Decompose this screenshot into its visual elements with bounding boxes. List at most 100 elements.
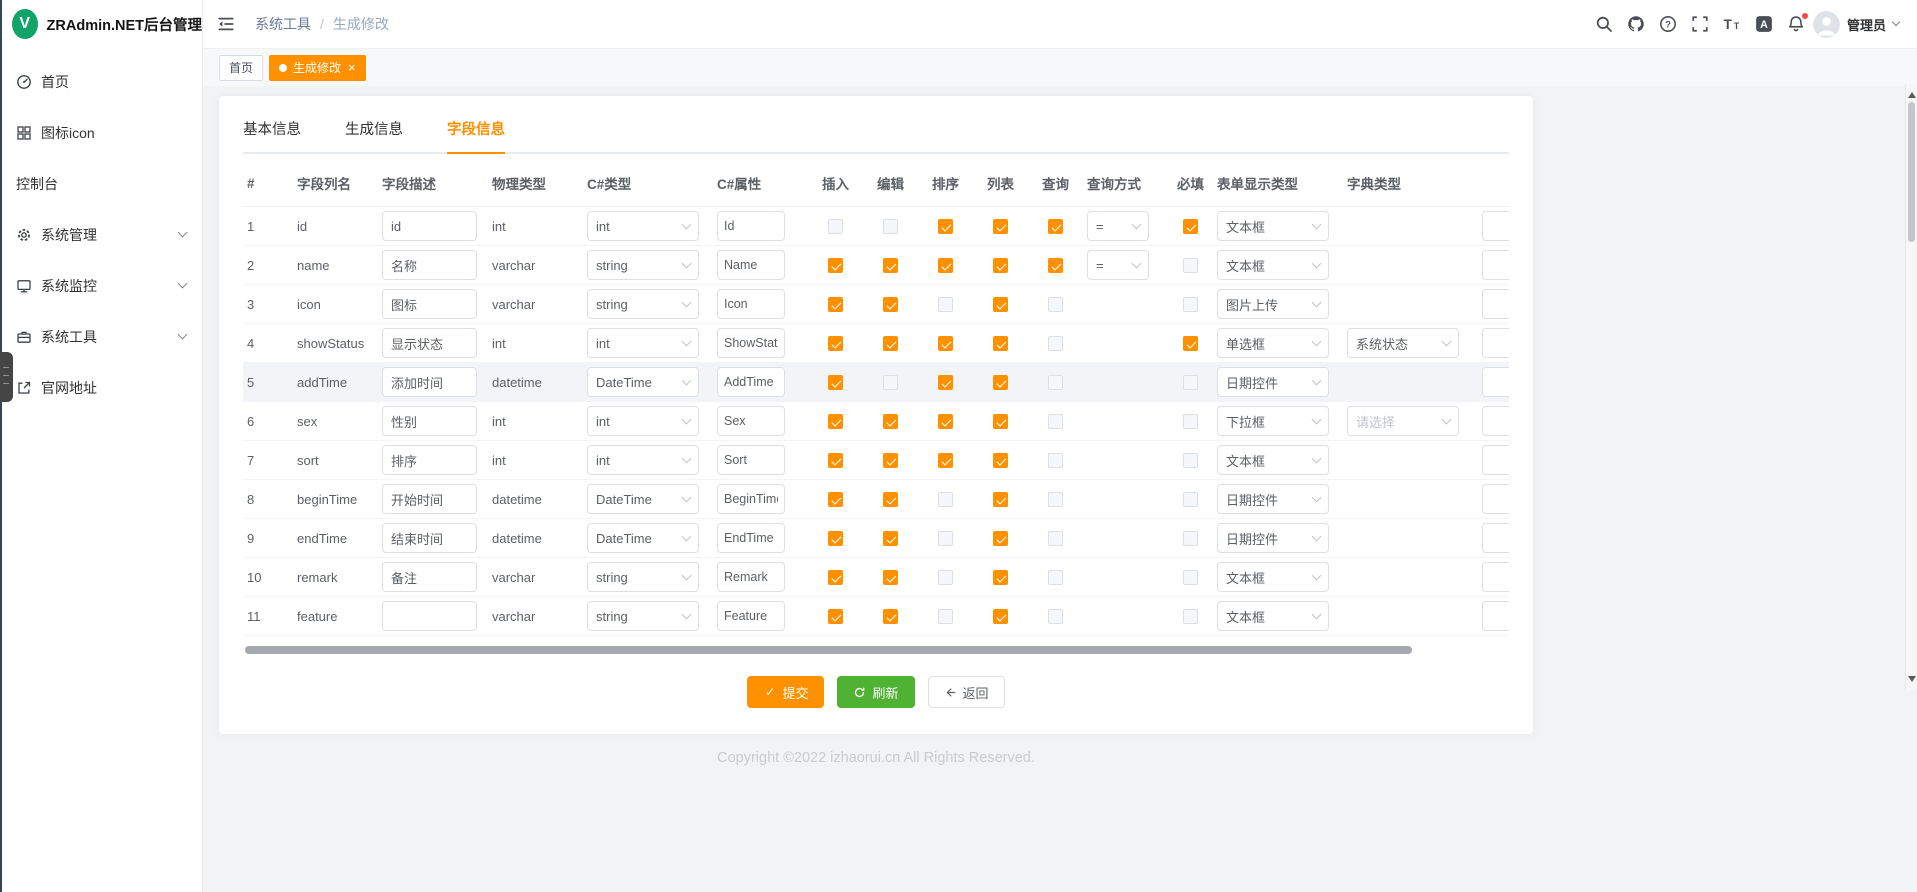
sidebar-item-首页[interactable]: 首页 xyxy=(0,56,202,107)
query-checkbox[interactable] xyxy=(1048,492,1063,507)
display-type-select[interactable]: 单选框 xyxy=(1217,328,1329,358)
app-logo[interactable]: V ZRAdmin.NET后台管理 xyxy=(0,0,202,48)
insert-checkbox[interactable] xyxy=(828,258,843,273)
sidebar-item-图标icon[interactable]: 图标icon xyxy=(0,107,202,158)
required-checkbox[interactable] xyxy=(1183,570,1198,585)
display-type-select[interactable]: 文本框 xyxy=(1217,250,1329,280)
sort-checkbox[interactable] xyxy=(938,336,953,351)
display-type-select[interactable]: 图片上传 xyxy=(1217,289,1329,319)
cs-prop-input[interactable] xyxy=(717,601,785,631)
cs-prop-input[interactable] xyxy=(717,445,785,475)
cs-prop-input[interactable] xyxy=(717,328,785,358)
query-mode-select[interactable]: = xyxy=(1087,250,1149,280)
required-checkbox[interactable] xyxy=(1183,414,1198,429)
sort-checkbox[interactable] xyxy=(938,453,953,468)
query-checkbox[interactable] xyxy=(1048,570,1063,585)
edit-checkbox[interactable] xyxy=(883,258,898,273)
display-type-select[interactable]: 日期控件 xyxy=(1217,367,1329,397)
list-checkbox[interactable] xyxy=(993,453,1008,468)
query-checkbox[interactable] xyxy=(1048,297,1063,312)
insert-checkbox[interactable] xyxy=(828,492,843,507)
list-checkbox[interactable] xyxy=(993,570,1008,585)
cs-prop-input[interactable] xyxy=(717,562,785,592)
tag-生成修改[interactable]: 生成修改× xyxy=(269,55,366,81)
vertical-scrollbar[interactable] xyxy=(1905,84,1917,690)
display-type-select[interactable]: 日期控件 xyxy=(1217,523,1329,553)
sort-checkbox[interactable] xyxy=(938,414,953,429)
cs-type-select[interactable]: int xyxy=(587,328,699,358)
sidebar-item-系统监控[interactable]: 系统监控 xyxy=(0,260,202,311)
sort-checkbox[interactable] xyxy=(938,492,953,507)
clipped-input[interactable] xyxy=(1482,289,1509,319)
cs-type-select[interactable]: DateTime xyxy=(587,484,699,514)
scroll-down-arrow-icon[interactable] xyxy=(1908,676,1916,686)
field-desc-input[interactable] xyxy=(382,601,477,631)
horizontal-scrollbar-thumb[interactable] xyxy=(245,646,1412,654)
field-desc-input[interactable] xyxy=(382,562,477,592)
cs-prop-input[interactable] xyxy=(717,211,785,241)
font-size-icon[interactable]: TT xyxy=(1723,15,1741,33)
insert-checkbox[interactable] xyxy=(828,414,843,429)
tag-首页[interactable]: 首页 xyxy=(219,55,263,81)
edit-checkbox[interactable] xyxy=(883,492,898,507)
back-button[interactable]: 返回 xyxy=(928,676,1005,708)
tab-字段信息[interactable]: 字段信息 xyxy=(447,114,505,152)
required-checkbox[interactable] xyxy=(1183,258,1198,273)
cs-type-select[interactable]: DateTime xyxy=(587,367,699,397)
insert-checkbox[interactable] xyxy=(828,297,843,312)
query-checkbox[interactable] xyxy=(1048,336,1063,351)
insert-checkbox[interactable] xyxy=(828,531,843,546)
dict-type-select[interactable]: 系统状态 xyxy=(1347,328,1459,358)
cs-prop-input[interactable] xyxy=(717,289,785,319)
sort-checkbox[interactable] xyxy=(938,609,953,624)
breadcrumb-item[interactable]: 系统工具 xyxy=(255,14,311,34)
display-type-select[interactable]: 日期控件 xyxy=(1217,484,1329,514)
cs-type-select[interactable]: int xyxy=(587,406,699,436)
sort-checkbox[interactable] xyxy=(938,297,953,312)
edit-checkbox[interactable] xyxy=(883,297,898,312)
field-desc-input[interactable] xyxy=(382,484,477,514)
edit-checkbox[interactable] xyxy=(883,570,898,585)
insert-checkbox[interactable] xyxy=(828,336,843,351)
list-checkbox[interactable] xyxy=(993,492,1008,507)
required-checkbox[interactable] xyxy=(1183,336,1198,351)
sidebar-item-官网地址[interactable]: 官网地址 xyxy=(0,362,202,413)
fullscreen-icon[interactable] xyxy=(1691,15,1709,33)
cs-type-select[interactable]: int xyxy=(587,211,699,241)
tab-生成信息[interactable]: 生成信息 xyxy=(345,114,403,152)
tab-基本信息[interactable]: 基本信息 xyxy=(243,114,301,152)
cs-type-select[interactable]: string xyxy=(587,250,699,280)
cs-prop-input[interactable] xyxy=(717,406,785,436)
clipped-input[interactable] xyxy=(1482,562,1509,592)
sidebar-item-系统工具[interactable]: 系统工具 xyxy=(0,311,202,362)
display-type-select[interactable]: 文本框 xyxy=(1217,445,1329,475)
sort-checkbox[interactable] xyxy=(938,219,953,234)
list-checkbox[interactable] xyxy=(993,219,1008,234)
sidebar-item-控制台[interactable]: 控制台 xyxy=(0,158,202,209)
query-checkbox[interactable] xyxy=(1048,453,1063,468)
vertical-scrollbar-thumb[interactable] xyxy=(1908,102,1915,242)
dict-type-select[interactable]: 请选择 xyxy=(1347,406,1459,436)
scroll-up-arrow-icon[interactable] xyxy=(1908,88,1916,98)
insert-checkbox[interactable] xyxy=(828,219,843,234)
cs-type-select[interactable]: int xyxy=(587,445,699,475)
query-checkbox[interactable] xyxy=(1048,258,1063,273)
cs-type-select[interactable]: string xyxy=(587,289,699,319)
question-icon[interactable]: ? xyxy=(1659,15,1677,33)
clipped-input[interactable] xyxy=(1482,445,1509,475)
edit-checkbox[interactable] xyxy=(883,609,898,624)
sort-checkbox[interactable] xyxy=(938,531,953,546)
clipped-input[interactable] xyxy=(1482,601,1509,631)
edit-checkbox[interactable] xyxy=(883,336,898,351)
clipped-input[interactable] xyxy=(1482,211,1509,241)
cs-prop-input[interactable] xyxy=(717,367,785,397)
display-type-select[interactable]: 文本框 xyxy=(1217,601,1329,631)
insert-checkbox[interactable] xyxy=(828,609,843,624)
query-checkbox[interactable] xyxy=(1048,414,1063,429)
display-type-select[interactable]: 文本框 xyxy=(1217,562,1329,592)
insert-checkbox[interactable] xyxy=(828,375,843,390)
github-icon[interactable] xyxy=(1627,15,1645,33)
query-checkbox[interactable] xyxy=(1048,531,1063,546)
sort-checkbox[interactable] xyxy=(938,570,953,585)
edit-checkbox[interactable] xyxy=(883,375,898,390)
